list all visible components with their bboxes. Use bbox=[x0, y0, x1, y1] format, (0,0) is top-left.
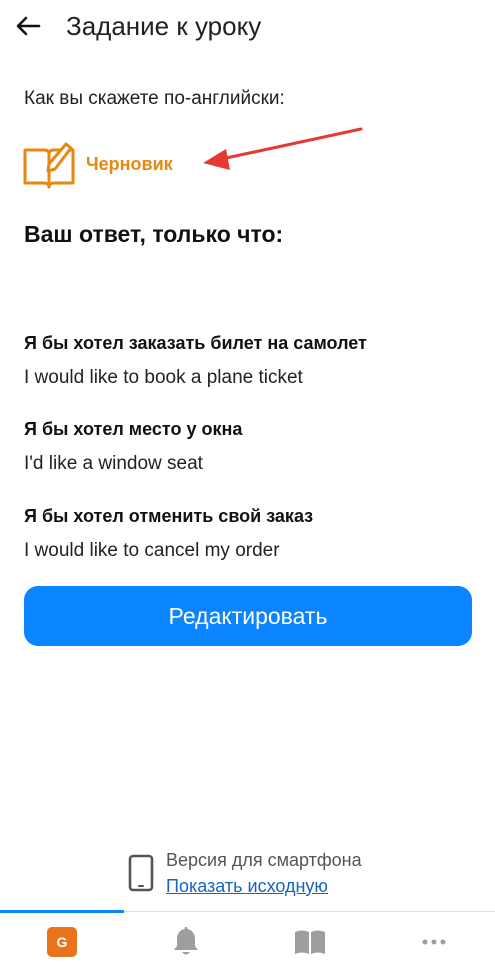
answer-heading: Ваш ответ, только что: bbox=[24, 221, 284, 247]
question-text: Я бы хотел место у окна bbox=[24, 419, 243, 439]
answer-item: Я бы хотел место у окна I'd like a windo… bbox=[24, 416, 242, 478]
nav-item-notifications[interactable] bbox=[124, 913, 248, 971]
back-button[interactable] bbox=[12, 8, 44, 44]
back-arrow-icon bbox=[16, 16, 41, 36]
open-book-pencil-icon bbox=[23, 142, 75, 189]
bottom-navigation: G bbox=[0, 913, 495, 971]
nav-item-more[interactable] bbox=[372, 913, 495, 971]
answer-text: I'd like a window seat bbox=[24, 453, 203, 474]
nav-item-library[interactable] bbox=[248, 913, 372, 971]
nav-item-home[interactable]: G bbox=[0, 913, 124, 971]
question-text: Я бы хотел отменить свой заказ bbox=[24, 506, 314, 526]
draft-link[interactable]: Черновик bbox=[22, 138, 173, 190]
answer-item: Я бы хотел отменить свой заказ I would l… bbox=[24, 503, 313, 565]
bell-icon bbox=[174, 927, 198, 955]
show-original-link[interactable]: Показать исходную bbox=[166, 876, 328, 897]
version-text: Версия для смартфона bbox=[166, 850, 362, 870]
lesson-task-screen: Задание к уроку Как вы скажете по-англий… bbox=[0, 0, 495, 971]
draft-label: Черновик bbox=[86, 153, 173, 174]
task-prompt: Как вы скажете по-английски: bbox=[24, 88, 285, 109]
version-notice: Версия для смартфона Показать исходную bbox=[125, 848, 405, 900]
edit-button[interactable]: Редактировать bbox=[24, 586, 472, 646]
answer-text: I would like to book a plane ticket bbox=[24, 367, 303, 388]
nav-divider bbox=[124, 911, 495, 912]
more-icon bbox=[422, 939, 446, 945]
book-icon bbox=[295, 930, 325, 954]
annotation-arrow-icon bbox=[203, 127, 363, 170]
page-title: Задание к уроку bbox=[66, 11, 262, 41]
question-text: Я бы хотел заказать билет на самолет bbox=[24, 333, 367, 353]
header: Задание к уроку bbox=[0, 0, 495, 56]
smartphone-icon bbox=[128, 854, 154, 892]
answer-item: Я бы хотел заказать билет на самолет I w… bbox=[24, 330, 367, 392]
g-badge-icon: G bbox=[47, 927, 77, 957]
answer-text: I would like to cancel my order bbox=[24, 540, 280, 561]
